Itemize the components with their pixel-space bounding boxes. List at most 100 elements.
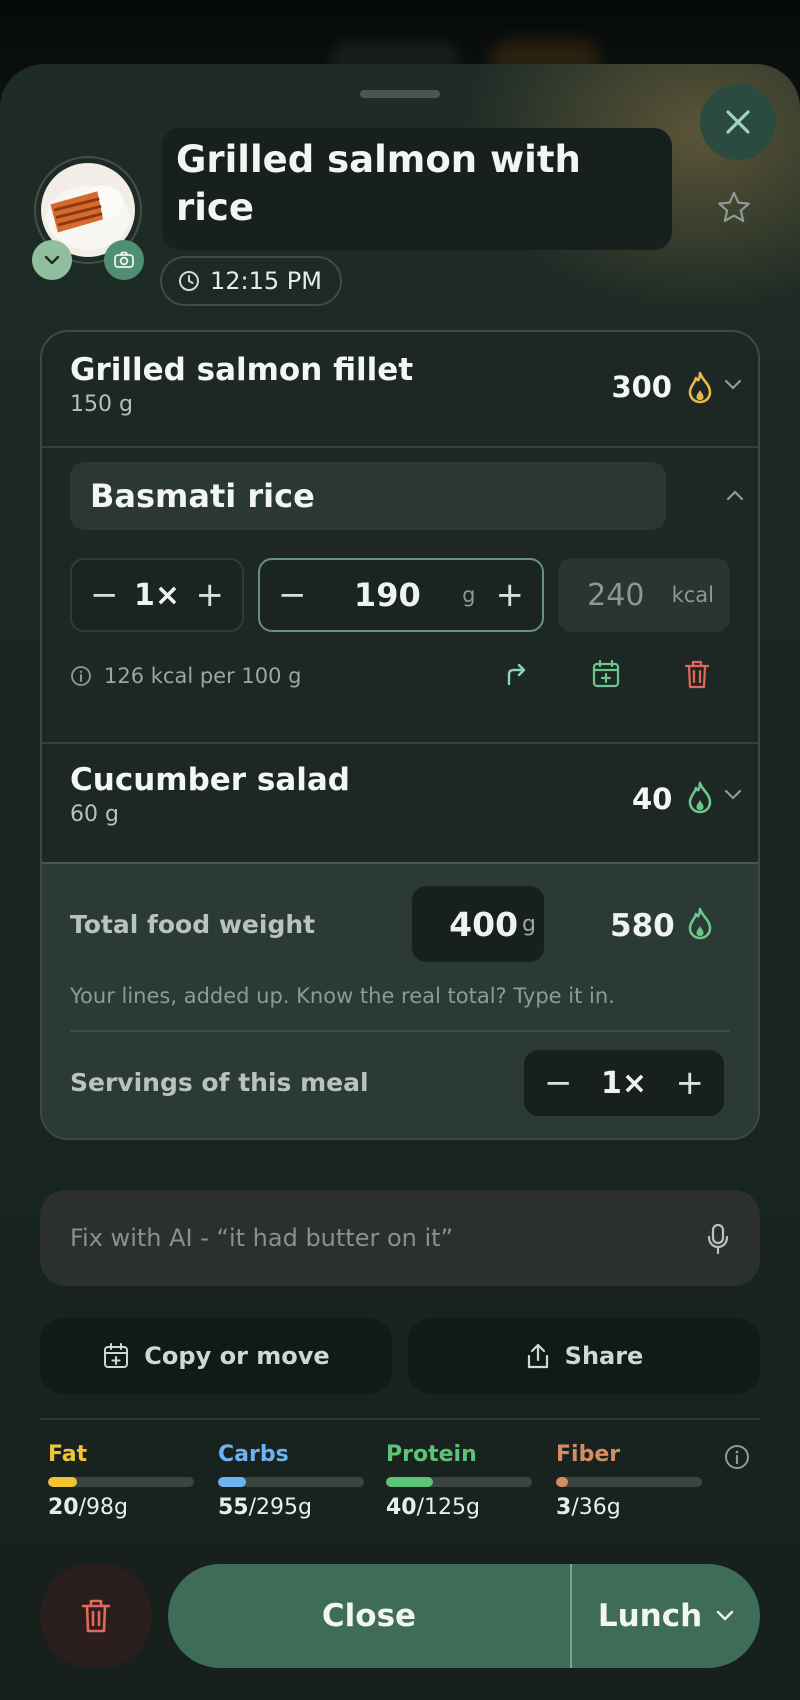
sheet-grabber[interactable] bbox=[360, 90, 440, 98]
replace-icon[interactable] bbox=[502, 660, 530, 688]
amount-unit: g bbox=[462, 583, 476, 607]
camera-icon bbox=[114, 251, 134, 268]
macro-progress-fill bbox=[386, 1477, 433, 1487]
macro-fiber: Fiber 3/36g bbox=[556, 1442, 702, 1520]
food-item-row[interactable]: Grilled salmon fillet 150 g 300 bbox=[42, 332, 758, 446]
calendar-add-icon[interactable] bbox=[590, 658, 622, 690]
kcal-value: 240 bbox=[587, 577, 645, 613]
chevron-down-icon bbox=[724, 379, 742, 390]
decrement-button[interactable]: − bbox=[90, 578, 119, 612]
macro-value: 40/125g bbox=[386, 1495, 480, 1520]
amount-stepper: − 190 g + bbox=[258, 558, 544, 632]
food-item-row[interactable]: Cucumber salad 60 g 40 bbox=[42, 744, 758, 862]
multiplier-value[interactable]: 1× bbox=[134, 578, 180, 613]
decrement-button[interactable]: − bbox=[544, 1066, 573, 1100]
close-icon bbox=[726, 110, 750, 134]
decrement-button[interactable]: − bbox=[278, 578, 307, 612]
food-item-row-expanded: Basmati rice − 1× + − 190 g + 240 kcal 1… bbox=[42, 448, 758, 742]
chevron-down-icon bbox=[44, 255, 60, 265]
info-icon[interactable] bbox=[724, 1444, 750, 1470]
macro-name: Carbs bbox=[218, 1442, 289, 1467]
total-weight-unit: g bbox=[522, 911, 536, 937]
food-items-card: Grilled salmon fillet 150 g 300 Basmati … bbox=[40, 330, 760, 1140]
macro-progress-fill bbox=[48, 1477, 78, 1487]
share-button[interactable]: Share bbox=[408, 1318, 760, 1394]
macro-name: Protein bbox=[386, 1442, 477, 1467]
copy-move-button[interactable]: Copy or move bbox=[40, 1318, 392, 1394]
amount-input[interactable]: 190 bbox=[327, 576, 449, 614]
macro-protein: Protein 40/125g bbox=[386, 1442, 532, 1520]
servings-value[interactable]: 1× bbox=[601, 1066, 647, 1101]
macro-progress-track bbox=[556, 1477, 702, 1487]
multiplier-stepper: − 1× + bbox=[70, 558, 244, 632]
servings-stepper: − 1× + bbox=[524, 1050, 724, 1116]
increment-button[interactable]: + bbox=[195, 578, 224, 612]
meal-time-pill[interactable]: 12:15 PM bbox=[160, 256, 342, 306]
nutrition-info-line: 126 kcal per 100 g bbox=[70, 664, 302, 688]
close-save-button[interactable]: Close Lunch bbox=[168, 1564, 760, 1668]
chevron-down-icon bbox=[724, 789, 742, 800]
ai-fix-placeholder: Fix with AI - “it had butter on it” bbox=[70, 1224, 454, 1252]
clock-icon bbox=[179, 271, 199, 291]
close-sheet-button[interactable] bbox=[700, 84, 776, 160]
macro-progress-fill bbox=[556, 1477, 568, 1487]
macro-progress-track bbox=[386, 1477, 532, 1487]
macro-progress-fill bbox=[218, 1477, 246, 1487]
collapse-photo-button[interactable] bbox=[32, 240, 72, 280]
food-item-kcal: 300 bbox=[611, 370, 672, 404]
meal-title[interactable]: Grilled salmon with rice bbox=[162, 128, 672, 250]
macro-value: 20/98g bbox=[48, 1495, 128, 1520]
trash-icon[interactable] bbox=[682, 658, 712, 690]
star-icon bbox=[718, 191, 750, 223]
kcal-field[interactable]: 240 kcal bbox=[558, 558, 730, 632]
share-icon bbox=[527, 1343, 548, 1369]
share-label: Share bbox=[564, 1342, 644, 1370]
increment-button[interactable]: + bbox=[675, 1066, 704, 1100]
total-weight-hint: Your lines, added up. Know the real tota… bbox=[70, 984, 615, 1008]
meal-type-label: Lunch bbox=[597, 1598, 703, 1634]
calendar-add-icon bbox=[104, 1343, 129, 1368]
change-photo-button[interactable] bbox=[104, 240, 144, 280]
macro-name: Fat bbox=[48, 1442, 88, 1467]
total-kcal: 580 bbox=[610, 908, 675, 944]
total-weight-value: 400 bbox=[449, 904, 519, 944]
kcal-per-100g: 126 kcal per 100 g bbox=[104, 664, 302, 688]
meal-detail-sheet: Grilled salmon with rice 12:15 PM Grille… bbox=[0, 64, 800, 1700]
food-item-name: Grilled salmon fillet bbox=[70, 352, 414, 388]
macro-value: 3/36g bbox=[556, 1495, 621, 1520]
delete-meal-button[interactable] bbox=[40, 1564, 152, 1668]
kcal-unit: kcal bbox=[671, 583, 714, 607]
food-item-name: Cucumber salad bbox=[70, 762, 350, 798]
meal-time: 12:15 PM bbox=[210, 267, 322, 295]
flame-icon bbox=[688, 781, 712, 814]
food-item-kcal: 40 bbox=[632, 782, 673, 816]
copy-move-label: Copy or move bbox=[144, 1342, 330, 1370]
increment-button[interactable]: + bbox=[496, 578, 525, 612]
macro-progress-track bbox=[218, 1477, 364, 1487]
macro-carbs: Carbs 55/295g bbox=[218, 1442, 364, 1520]
trash-icon bbox=[81, 1599, 111, 1633]
divider bbox=[40, 1418, 760, 1420]
info-icon bbox=[71, 666, 91, 686]
meal-type-selector[interactable]: Lunch bbox=[572, 1598, 760, 1634]
ai-fix-input[interactable]: Fix with AI - “it had butter on it” bbox=[40, 1190, 760, 1286]
total-weight-label: Total food weight bbox=[70, 910, 316, 939]
close-label: Close bbox=[321, 1598, 417, 1634]
food-item-weight: 150 g bbox=[70, 392, 133, 417]
chevron-up-icon[interactable] bbox=[726, 488, 744, 502]
macro-name: Fiber bbox=[556, 1442, 621, 1467]
microphone-icon[interactable] bbox=[706, 1222, 730, 1256]
macro-value: 55/295g bbox=[218, 1495, 312, 1520]
macro-progress-track bbox=[48, 1477, 194, 1487]
flame-icon bbox=[688, 371, 712, 404]
chevron-down-icon bbox=[716, 1610, 734, 1621]
food-item-name[interactable]: Basmati rice bbox=[70, 462, 666, 530]
divider bbox=[70, 1030, 730, 1032]
totals-section: Total food weight 400 g 580 Your lines, … bbox=[42, 862, 758, 1138]
favorite-button[interactable] bbox=[716, 190, 752, 230]
servings-label: Servings of this meal bbox=[70, 1068, 369, 1097]
food-item-weight: 60 g bbox=[70, 802, 119, 827]
total-weight-input[interactable]: 400 g bbox=[412, 886, 544, 962]
macro-fat: Fat 20/98g bbox=[48, 1442, 194, 1520]
flame-icon bbox=[688, 907, 712, 940]
